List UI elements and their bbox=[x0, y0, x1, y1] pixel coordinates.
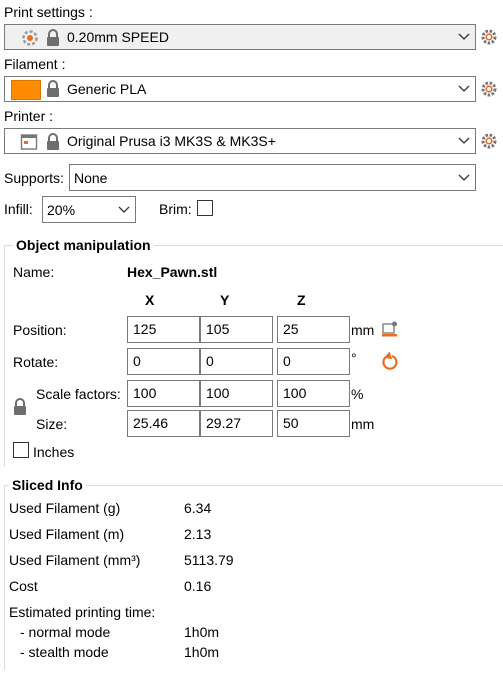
drop-to-bed-icon[interactable] bbox=[381, 320, 399, 341]
lock-icon bbox=[46, 80, 60, 98]
position-label: Position: bbox=[13, 322, 67, 338]
cost-value: 0.16 bbox=[184, 578, 212, 594]
filament-combo[interactable]: Generic PLA bbox=[4, 76, 476, 102]
brim-label: Brim: bbox=[159, 201, 192, 217]
inches-label: Inches bbox=[33, 444, 75, 460]
sliced-info-title: Sliced Info bbox=[9, 477, 86, 493]
print-settings-label: Print settings : bbox=[4, 4, 93, 20]
chevron-down-icon bbox=[458, 137, 470, 145]
used-filament-g-value: 6.34 bbox=[184, 500, 212, 516]
print-settings-value: 0.20mm SPEED bbox=[67, 29, 169, 45]
filament-color-swatch bbox=[11, 80, 41, 100]
rotate-unit: ° bbox=[351, 350, 357, 366]
size-z-input[interactable]: 50 bbox=[277, 410, 350, 437]
printer-icon bbox=[20, 133, 38, 151]
system-preset-icon bbox=[21, 29, 39, 47]
scale-y-input[interactable]: 100 bbox=[200, 380, 273, 407]
position-y-input[interactable]: 105 bbox=[200, 316, 273, 343]
chevron-down-icon bbox=[458, 33, 470, 41]
used-filament-g-label: Used Filament (g) bbox=[9, 500, 121, 516]
rotate-z-input[interactable]: 0 bbox=[277, 348, 350, 375]
used-filament-mm3-value: 5113.79 bbox=[184, 552, 234, 568]
supports-value: None bbox=[74, 170, 108, 186]
scale-z-input[interactable]: 100 bbox=[277, 380, 350, 407]
gear-icon[interactable] bbox=[480, 80, 498, 98]
lock-icon bbox=[46, 133, 60, 151]
chevron-down-icon bbox=[458, 85, 470, 93]
size-label: Size: bbox=[36, 416, 68, 432]
gear-icon[interactable] bbox=[480, 132, 498, 150]
infill-value: 20% bbox=[47, 202, 76, 218]
stealth-mode-value: 1h0m bbox=[184, 644, 220, 660]
supports-combo[interactable]: None bbox=[69, 164, 476, 191]
rotate-y-input[interactable]: 0 bbox=[200, 348, 273, 375]
object-manipulation-title: Object manipulation bbox=[13, 237, 154, 253]
used-filament-m-value: 2.13 bbox=[184, 526, 212, 542]
normal-mode-value: 1h0m bbox=[184, 624, 220, 640]
printer-combo[interactable]: Original Prusa i3 MK3S & MK3S+ bbox=[4, 128, 476, 154]
infill-label: Infill: bbox=[4, 201, 33, 217]
scale-x-input[interactable]: 100 bbox=[127, 380, 200, 407]
rotate-label: Rotate: bbox=[13, 354, 59, 370]
normal-mode-label: - normal mode bbox=[20, 624, 111, 640]
position-z-input[interactable]: 25 bbox=[277, 316, 350, 343]
name-label: Name: bbox=[13, 264, 55, 280]
rotate-x-input[interactable]: 0 bbox=[127, 348, 200, 375]
size-x-input[interactable]: 25.46 bbox=[127, 410, 200, 437]
supports-label: Supports: bbox=[4, 170, 64, 186]
printer-label: Printer : bbox=[4, 108, 54, 124]
size-y-input[interactable]: 29.27 bbox=[200, 410, 273, 437]
lock-icon bbox=[46, 29, 60, 47]
printer-value: Original Prusa i3 MK3S & MK3S+ bbox=[67, 133, 276, 149]
reset-rotation-icon[interactable] bbox=[381, 351, 399, 374]
chevron-down-icon bbox=[118, 206, 130, 214]
scale-unit: % bbox=[351, 386, 364, 402]
cost-label: Cost bbox=[9, 578, 38, 594]
estimated-time-label: Estimated printing time: bbox=[9, 604, 156, 620]
filament-label: Filament : bbox=[4, 56, 66, 72]
size-unit: mm bbox=[351, 416, 375, 432]
position-x-input[interactable]: 125 bbox=[127, 316, 200, 343]
axis-y-header: Y bbox=[220, 292, 230, 308]
inches-checkbox[interactable] bbox=[13, 442, 29, 458]
axis-x-header: X bbox=[145, 292, 155, 308]
chevron-down-icon bbox=[458, 174, 470, 182]
stealth-mode-label: - stealth mode bbox=[20, 644, 109, 660]
print-settings-combo[interactable]: 0.20mm SPEED bbox=[4, 24, 476, 50]
used-filament-m-label: Used Filament (m) bbox=[9, 526, 125, 542]
axis-z-header: Z bbox=[297, 292, 306, 308]
infill-combo[interactable]: 20% bbox=[42, 196, 136, 223]
used-filament-mm3-label: Used Filament (mm³) bbox=[9, 552, 141, 568]
brim-checkbox[interactable] bbox=[197, 200, 213, 216]
position-unit: mm bbox=[351, 322, 375, 338]
object-name: Hex_Pawn.stl bbox=[127, 264, 218, 280]
filament-value: Generic PLA bbox=[67, 81, 147, 97]
lock-icon[interactable] bbox=[13, 398, 27, 419]
gear-icon[interactable] bbox=[480, 28, 498, 46]
scale-label: Scale factors: bbox=[36, 386, 121, 402]
